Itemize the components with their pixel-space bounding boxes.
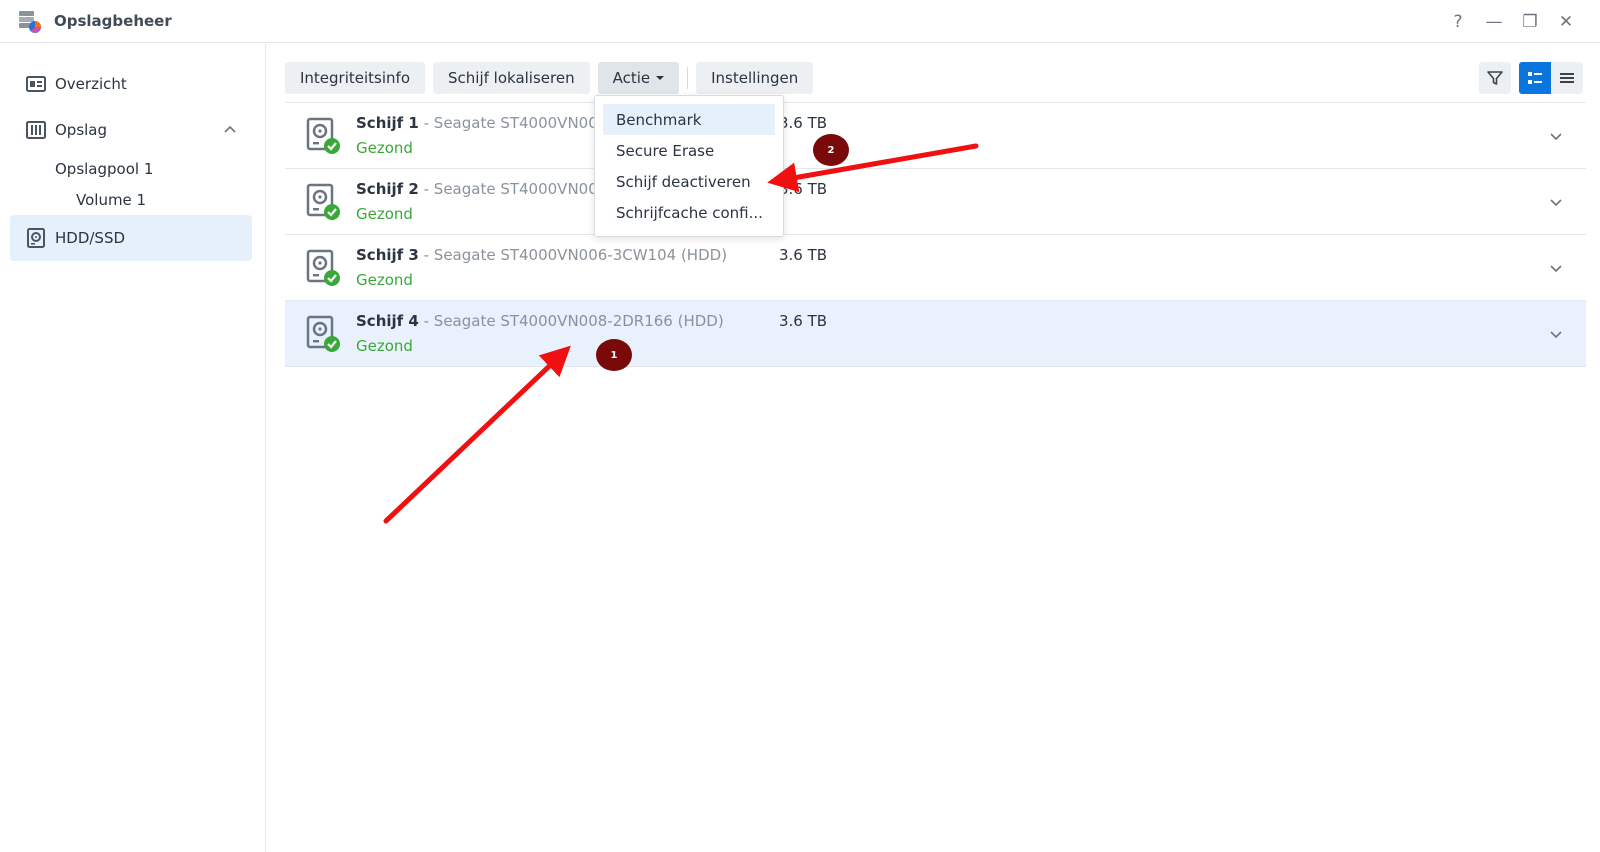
settings-button[interactable]: Instellingen: [696, 62, 814, 94]
action-menu-label: Actie: [612, 69, 651, 87]
filter-icon[interactable]: [1479, 62, 1511, 94]
chevron-up-icon[interactable]: [222, 121, 238, 137]
sidebar-item-hdd-ssd[interactable]: HDD/SSD: [10, 215, 252, 261]
sidebar-item-overview[interactable]: Overzicht: [10, 61, 252, 107]
title-bar: Opslagbeheer ? — ❐ ✕: [0, 0, 1600, 43]
overview-icon: [26, 76, 46, 92]
sidebar-item-storage[interactable]: Opslag: [10, 107, 252, 153]
toolbar: Integriteitsinfo Schijf lokaliseren Acti…: [285, 62, 814, 94]
integrity-info-button[interactable]: Integriteitsinfo: [285, 62, 426, 94]
chevron-down-icon[interactable]: [1548, 194, 1564, 210]
table-row[interactable]: Schijf 3 - Seagate ST4000VN006-3CW104 (H…: [285, 235, 1586, 301]
annotation-arrow-1: [383, 345, 571, 524]
menu-item-benchmark[interactable]: Benchmark: [603, 104, 775, 135]
hdd-healthy-icon: [306, 117, 340, 154]
help-icon[interactable]: ?: [1444, 8, 1472, 36]
hdd-healthy-icon: [306, 183, 340, 220]
disk-name: Schijf 1 - Seagate ST4000VN00: [356, 114, 598, 132]
sidebar-item-volume-1[interactable]: Volume 1: [76, 191, 146, 209]
minimize-icon[interactable]: —: [1480, 8, 1508, 36]
detail-list-glyph: [1528, 72, 1542, 84]
menu-item-deactivate-disk[interactable]: Schijf deactiveren: [603, 166, 775, 197]
chevron-down-icon[interactable]: [1548, 326, 1564, 342]
hdd-healthy-icon: [306, 249, 340, 286]
hdd-icon: [27, 228, 45, 248]
action-dropdown-menu: Benchmark Secure Erase Schijf deactivere…: [594, 95, 784, 237]
toolbar-separator: [687, 67, 689, 89]
sidebar-item-label: Opslag: [55, 121, 108, 139]
locate-disk-button[interactable]: Schijf lokaliseren: [433, 62, 590, 94]
disk-size: 3.6 TB: [779, 180, 828, 198]
disk-size: 3.6 TB: [779, 114, 828, 132]
sidebar: Overzicht Opslag Opslagpool 1 Volume 1 H…: [0, 44, 266, 852]
sidebar-item-storage-pool-1[interactable]: Opslagpool 1: [55, 160, 153, 178]
disk-status: Gezond: [356, 139, 413, 157]
view-toggle-group: [1519, 62, 1583, 94]
view-tools: [1479, 62, 1583, 94]
table-row[interactable]: Schijf 4 - Seagate ST4000VN008-2DR166 (H…: [285, 301, 1586, 367]
compact-list-view-icon[interactable]: [1551, 62, 1583, 94]
disk-name: Schijf 2 - Seagate ST4000VN00: [356, 180, 598, 198]
disk-status: Gezond: [356, 271, 413, 289]
annotation-badge-2: 2: [813, 134, 849, 166]
disk-size: 3.6 TB: [779, 246, 828, 264]
window-title: Opslagbeheer: [54, 12, 172, 30]
disk-list: Schijf 1 - Seagate ST4000VN00 Gezond 3.6…: [285, 102, 1586, 367]
sidebar-item-label: HDD/SSD: [55, 229, 126, 247]
menu-item-write-cache-config[interactable]: Schrijfcache confi...: [603, 197, 775, 228]
storage-manager-app-icon: [19, 11, 41, 33]
disk-size: 3.6 TB: [779, 312, 828, 330]
chevron-down-icon[interactable]: [1548, 128, 1564, 144]
table-row[interactable]: Schijf 2 - Seagate ST4000VN00 Gezond 3.6…: [285, 169, 1586, 235]
annotation-badge-1: 1: [596, 339, 632, 371]
compact-list-glyph: [1560, 73, 1574, 83]
caret-down-icon: [656, 76, 665, 80]
action-menu-button[interactable]: Actie: [597, 62, 680, 94]
detail-list-view-icon[interactable]: [1519, 62, 1551, 94]
disk-name: Schijf 4 - Seagate ST4000VN008-2DR166 (H…: [356, 312, 724, 330]
disk-status: Gezond: [356, 337, 413, 355]
restore-icon[interactable]: ❐: [1516, 8, 1544, 36]
menu-item-secure-erase[interactable]: Secure Erase: [603, 135, 775, 166]
chevron-down-icon[interactable]: [1548, 260, 1564, 276]
disk-status: Gezond: [356, 205, 413, 223]
storage-icon: [26, 121, 46, 139]
table-row[interactable]: Schijf 1 - Seagate ST4000VN00 Gezond 3.6…: [285, 103, 1586, 169]
hdd-healthy-icon: [306, 315, 340, 352]
filter-icon-glyph: [1487, 71, 1503, 85]
disk-name: Schijf 3 - Seagate ST4000VN006-3CW104 (H…: [356, 246, 728, 264]
sidebar-item-label: Overzicht: [55, 75, 127, 93]
close-icon[interactable]: ✕: [1552, 8, 1580, 36]
